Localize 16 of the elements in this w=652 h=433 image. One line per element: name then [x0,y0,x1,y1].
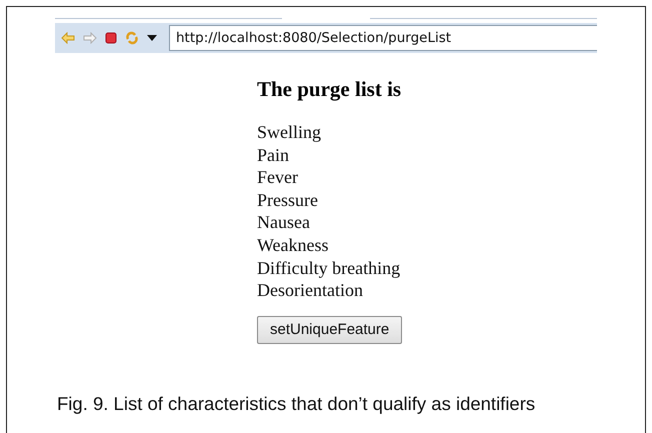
list-item: Fever [257,166,299,189]
stop-icon[interactable] [105,32,117,44]
refresh-icon[interactable] [125,31,139,45]
set-unique-feature-button[interactable]: setUniqueFeature [257,316,402,344]
list-item: Difficulty breathing [257,256,402,280]
list-item: Pain [257,144,290,166]
list-item: Weakness [257,234,330,257]
list-item: Desorientation [257,279,364,302]
dropdown-caret-icon[interactable] [147,35,157,41]
list-item: Swelling [257,121,322,144]
page-heading: The purge list is [257,77,402,102]
list-item: Nausea [257,211,311,234]
figure-caption: Fig. 9. List of characteristics that don’t qualify as identifiers [57,393,536,415]
url-field[interactable]: http://localhost:8080/Selection/purgeList [169,25,597,51]
back-icon[interactable] [61,32,75,44]
list-item: Pressure [257,188,319,212]
